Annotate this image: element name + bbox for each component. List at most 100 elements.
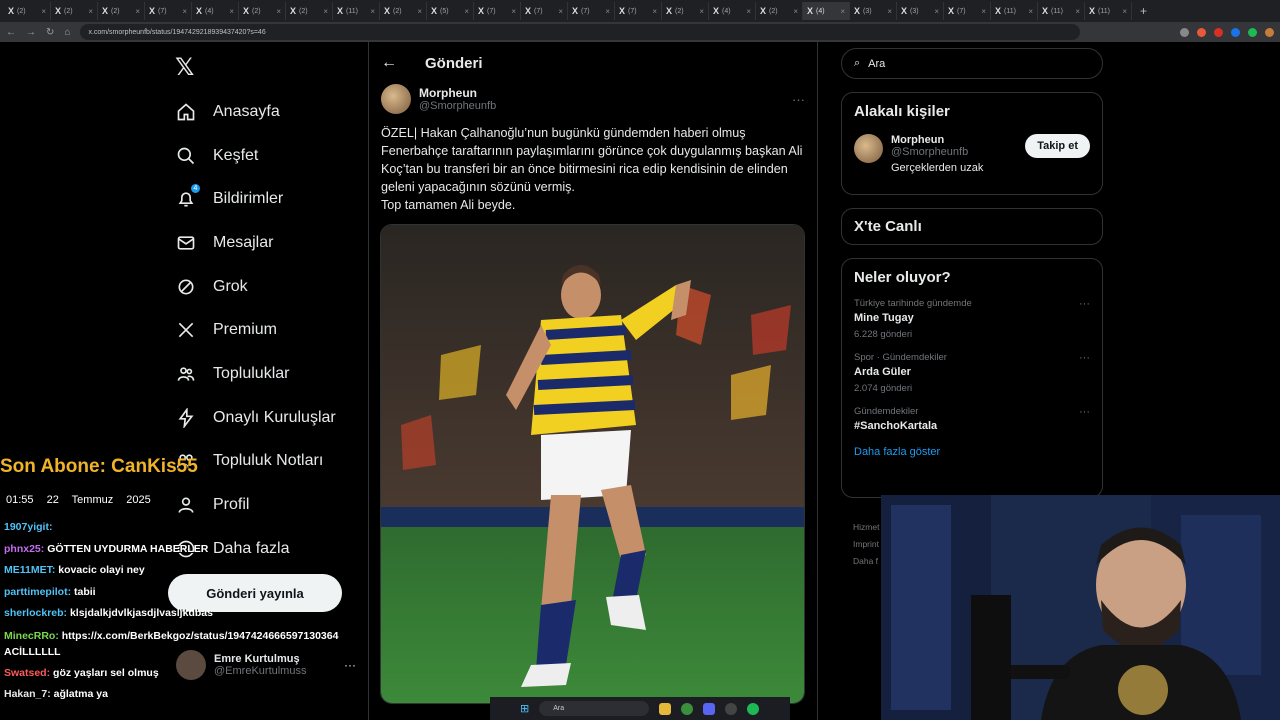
browser-tab[interactable]: X (7) × bbox=[944, 2, 991, 20]
related-person[interactable]: Morpheun @Smorpheunfb Gerçeklerden uzak … bbox=[854, 134, 1090, 174]
close-icon[interactable]: × bbox=[746, 7, 751, 16]
sidebar-item-anasayfa[interactable]: Anasayfa bbox=[175, 90, 336, 134]
close-icon[interactable]: × bbox=[370, 7, 375, 16]
trend-item[interactable]: Türkiye tarihinde gündemde Mine Tugay 6.22… bbox=[854, 298, 1090, 340]
extension-icon[interactable] bbox=[1231, 27, 1240, 37]
follow-button[interactable]: Takip et bbox=[1025, 134, 1090, 158]
browser-tab[interactable]: X (2) × bbox=[98, 2, 145, 20]
sidebar-item-mesajlar[interactable]: Mesajlar bbox=[175, 221, 336, 265]
author-name[interactable]: Morpheun bbox=[419, 86, 496, 100]
trend-item[interactable]: Gündemdekiler #SanchoKartala ··· bbox=[854, 406, 1090, 432]
browser-tab[interactable]: X (11) × bbox=[333, 2, 380, 20]
sidebar-item-keşfet[interactable]: Keşfet bbox=[175, 134, 336, 178]
close-icon[interactable]: × bbox=[1122, 7, 1127, 16]
sidebar-item-bildirimler[interactable]: 4 Bildirimler bbox=[175, 177, 336, 221]
live-on-x-card[interactable]: X'te Canlı bbox=[841, 208, 1103, 245]
more-icon[interactable]: ··· bbox=[1079, 298, 1090, 310]
browser-tab[interactable]: X (7) × bbox=[568, 2, 615, 20]
spotify-icon[interactable] bbox=[747, 702, 760, 715]
tweet-photo[interactable] bbox=[380, 224, 805, 704]
close-icon[interactable]: × bbox=[605, 7, 610, 16]
related-name[interactable]: Morpheun bbox=[891, 134, 983, 146]
browser-tab[interactable]: X (2) × bbox=[51, 2, 98, 20]
close-icon[interactable]: × bbox=[323, 7, 328, 16]
os-taskbar: ⊞ Ara bbox=[490, 697, 790, 720]
forward-icon[interactable]: → bbox=[26, 27, 36, 38]
close-icon[interactable]: × bbox=[558, 7, 563, 16]
back-arrow-icon[interactable]: ← bbox=[381, 54, 397, 72]
back-icon[interactable]: ← bbox=[6, 27, 16, 38]
avatar[interactable] bbox=[381, 84, 411, 114]
more-icon[interactable]: ··· bbox=[792, 92, 805, 107]
browser-tab[interactable]: X (2) × bbox=[756, 2, 803, 20]
close-icon[interactable]: × bbox=[934, 7, 939, 16]
reload-icon[interactable]: ↻ bbox=[46, 27, 54, 38]
browser-tab[interactable]: X (2) × bbox=[380, 2, 427, 20]
close-icon[interactable]: × bbox=[793, 7, 798, 16]
close-icon[interactable]: × bbox=[88, 7, 93, 16]
browser-tab[interactable]: X (11) × bbox=[1085, 2, 1132, 20]
address-bar[interactable]: x.com/smorpheunfb/status/194742921893943… bbox=[80, 24, 1081, 40]
browser-tab[interactable]: X (11) × bbox=[991, 2, 1038, 20]
close-icon[interactable]: × bbox=[1028, 7, 1033, 16]
browser-tab[interactable]: X (3) × bbox=[897, 2, 944, 20]
file-explorer-icon[interactable] bbox=[659, 702, 672, 715]
browser-tab[interactable]: X (11) × bbox=[1038, 2, 1085, 20]
sidebar-item-topluluk-notları[interactable]: Topluluk Notları bbox=[175, 440, 336, 484]
close-icon[interactable]: × bbox=[981, 7, 986, 16]
new-tab-icon[interactable]: + bbox=[1140, 4, 1147, 18]
discord-icon[interactable] bbox=[703, 702, 716, 715]
browser-tab[interactable]: X (2) × bbox=[662, 2, 709, 20]
close-icon[interactable]: × bbox=[41, 7, 46, 16]
close-icon[interactable]: × bbox=[276, 7, 281, 16]
extension-icon[interactable] bbox=[1214, 27, 1223, 37]
close-icon[interactable]: × bbox=[699, 7, 704, 16]
close-icon[interactable]: × bbox=[182, 7, 187, 16]
windows-start-icon[interactable]: ⊞ bbox=[520, 702, 529, 715]
home-icon[interactable]: ⌂ bbox=[64, 27, 70, 38]
footer-link[interactable]: Imprint bbox=[853, 536, 879, 553]
close-icon[interactable]: × bbox=[511, 7, 516, 16]
browser-tab[interactable]: X (2) × bbox=[239, 2, 286, 20]
close-icon[interactable]: × bbox=[1075, 7, 1080, 16]
avatar[interactable] bbox=[854, 134, 883, 163]
browser-tab[interactable]: X (7) × bbox=[474, 2, 521, 20]
browser-tab[interactable]: X (7) × bbox=[521, 2, 568, 20]
taskbar-search[interactable]: Ara bbox=[539, 701, 650, 716]
close-icon[interactable]: × bbox=[652, 7, 657, 16]
extension-icon[interactable] bbox=[1180, 27, 1189, 37]
close-icon[interactable]: × bbox=[229, 7, 234, 16]
extension-icon[interactable] bbox=[1197, 27, 1206, 37]
extension-icon[interactable] bbox=[1248, 27, 1257, 37]
more-icon[interactable]: ··· bbox=[1079, 406, 1090, 418]
footer-link[interactable]: Hizmet bbox=[853, 519, 879, 536]
search-input[interactable]: ⌕ Ara bbox=[841, 48, 1103, 79]
sidebar-item-premium[interactable]: Premium bbox=[175, 308, 336, 352]
close-icon[interactable]: × bbox=[417, 7, 422, 16]
browser-tab[interactable]: X (5) × bbox=[427, 2, 474, 20]
show-more-link[interactable]: Daha fazla göster bbox=[854, 446, 1090, 458]
more-icon[interactable]: ··· bbox=[1079, 352, 1090, 364]
trend-item[interactable]: Spor · Gündemdekiler Arda Güler 2.074 gönd… bbox=[854, 352, 1090, 394]
browser-tab[interactable]: X (7) × bbox=[615, 2, 662, 20]
sidebar-item-onaylı-kuruluşlar[interactable]: Onaylı Kuruluşlar bbox=[175, 396, 336, 440]
browser-tab[interactable]: X (4) × bbox=[192, 2, 239, 20]
browser-tab[interactable]: X (2) × bbox=[4, 2, 51, 20]
browser-tab[interactable]: X (7) × bbox=[145, 2, 192, 20]
obs-icon[interactable] bbox=[725, 702, 738, 715]
sidebar-item-grok[interactable]: Grok bbox=[175, 265, 336, 309]
browser-tab[interactable]: X (3) × bbox=[850, 2, 897, 20]
close-icon[interactable]: × bbox=[840, 7, 845, 16]
sidebar-item-topluluklar[interactable]: Topluluklar bbox=[175, 352, 336, 396]
x-logo-icon[interactable]: 𝕏 bbox=[175, 53, 194, 82]
close-icon[interactable]: × bbox=[464, 7, 469, 16]
close-icon[interactable]: × bbox=[135, 7, 140, 16]
author-handle[interactable]: @Smorpheunfb bbox=[419, 100, 496, 112]
browser-tab[interactable]: X (2) × bbox=[286, 2, 333, 20]
browser-tab[interactable]: X (4) × bbox=[803, 2, 850, 20]
chrome-icon[interactable] bbox=[681, 702, 694, 715]
browser-tab[interactable]: X (4) × bbox=[709, 2, 756, 20]
close-icon[interactable]: × bbox=[887, 7, 892, 16]
profile-avatar-icon[interactable] bbox=[1265, 27, 1274, 37]
footer-link[interactable]: Daha f bbox=[853, 553, 879, 570]
